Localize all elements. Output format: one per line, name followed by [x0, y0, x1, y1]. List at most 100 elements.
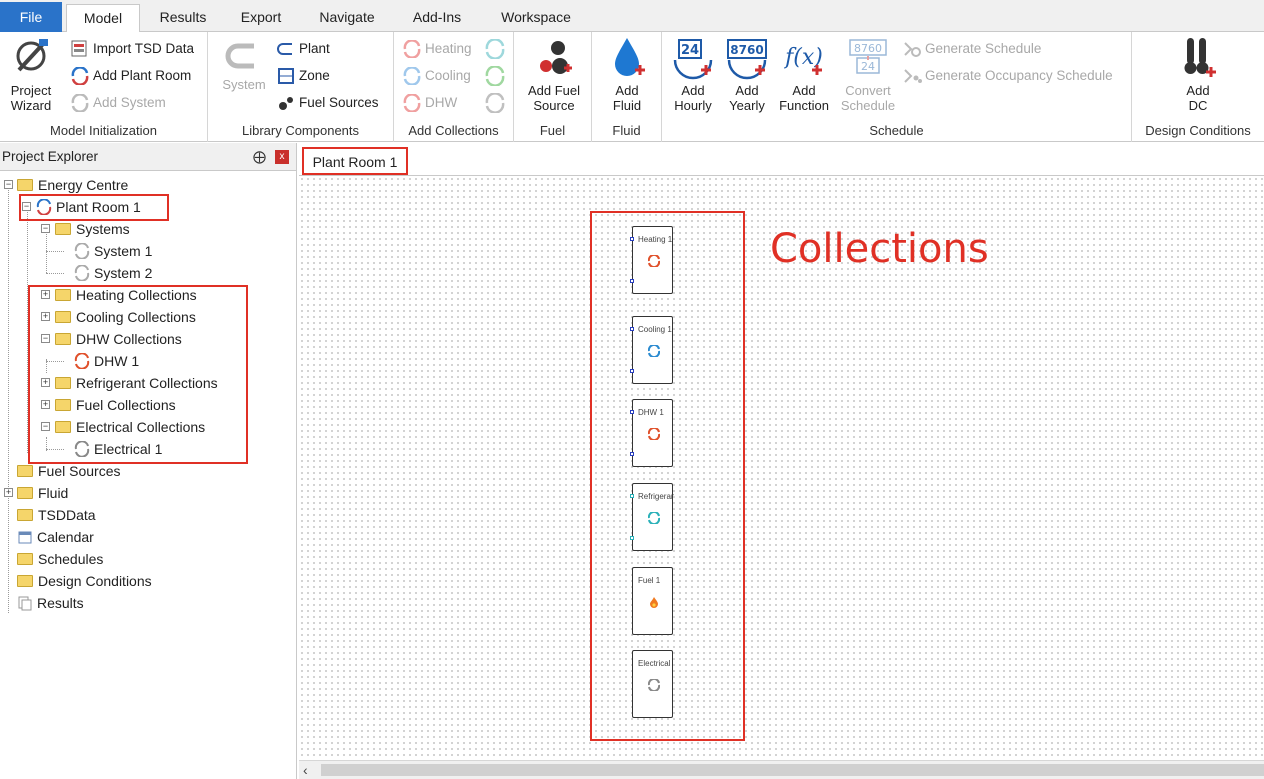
group-label-model-initialization: Model Initialization: [50, 123, 157, 138]
add-fluid-label: Add Fluid: [612, 83, 642, 113]
add-dc-label: Add DC: [1186, 83, 1210, 113]
system-library-button[interactable]: System: [218, 36, 270, 92]
tree-node-calendar[interactable]: Calendar: [17, 526, 94, 548]
cooling-collection-icon: [403, 67, 421, 86]
add-plant-room-button[interactable]: Add Plant Room: [70, 65, 191, 87]
group-label-fuel: Fuel: [539, 123, 566, 138]
tab-file[interactable]: File: [0, 2, 62, 32]
tree-node-results[interactable]: Results: [17, 592, 84, 614]
add-system-button[interactable]: Add System: [70, 92, 166, 114]
tab-add-ins[interactable]: Add-Ins: [398, 4, 476, 32]
add-system-label: Add System: [93, 95, 166, 110]
generate-schedule-button[interactable]: Generate Schedule: [902, 38, 1041, 60]
highlight-plant-room: [19, 194, 169, 221]
add-function-label: Add Function: [779, 83, 829, 113]
ribbon-tab-bar: File Model Results Export Navigate Add-I…: [0, 0, 1264, 33]
calendar-icon: [18, 531, 32, 544]
thermometer-icon: [1184, 38, 1216, 77]
horizontal-scrollbar[interactable]: ‹: [299, 760, 1264, 779]
tree-line: [46, 251, 64, 252]
add-cooling-collection-button[interactable]: Cooling: [402, 65, 471, 87]
tree-node-tsddata[interactable]: TSDData: [17, 504, 96, 526]
zone-button[interactable]: Zone: [276, 65, 330, 87]
add-hourly-label: Add Hourly: [674, 83, 712, 113]
convert-schedule-button[interactable]: 8760 24 Convert Schedule: [838, 36, 898, 113]
import-tsd-button[interactable]: Import TSD Data: [70, 38, 194, 60]
tree-line: [46, 227, 47, 273]
heating-collection-icon: [403, 40, 421, 59]
hourly-schedule-icon: 24: [673, 39, 713, 80]
tree-node-design-conditions[interactable]: Design Conditions: [17, 570, 152, 592]
expand-toggle[interactable]: +: [4, 488, 13, 497]
add-fuel-source-button[interactable]: Add Fuel Source: [522, 36, 586, 113]
fuel-sources-library-button[interactable]: Fuel Sources: [276, 92, 379, 114]
add-dhw-collection-button[interactable]: DHW: [402, 92, 457, 114]
pipe-icon: [225, 43, 254, 69]
wand-icon: [16, 39, 48, 72]
project-explorer-title: Project Explorer: [2, 149, 99, 164]
tree-line: [8, 183, 9, 613]
plant-room-icon: [71, 67, 89, 86]
droplet-icon: [615, 38, 645, 76]
group-model-initialization: Project Wizard Import TSD Data Add Plant…: [0, 32, 208, 142]
document-tab-plant-room-1[interactable]: Plant Room 1: [302, 147, 408, 175]
group-design-conditions: Add DC Design Conditions: [1132, 32, 1264, 142]
tab-model[interactable]: Model: [66, 4, 140, 33]
add-fluid-button[interactable]: Add Fluid: [600, 36, 654, 113]
tab-navigate[interactable]: Navigate: [304, 4, 390, 32]
plant-icon: [277, 43, 292, 56]
close-panel-button[interactable]: x: [275, 150, 289, 164]
add-dc-button[interactable]: Add DC: [1168, 36, 1228, 113]
highlight-collections-tree: [28, 285, 248, 464]
zone-label: Zone: [299, 68, 330, 83]
folder-icon: [17, 575, 33, 588]
add-fuel-source-label: Add Fuel Source: [527, 83, 581, 113]
pin-icon[interactable]: ⨁: [253, 143, 266, 171]
refrigerant-collection-icon[interactable]: [484, 39, 506, 59]
tree-node-fluid[interactable]: Fluid: [17, 482, 68, 504]
tree-node-system-1[interactable]: System 1: [74, 240, 152, 262]
add-hourly-button[interactable]: 24 Add Hourly: [668, 36, 718, 113]
tree-node-systems[interactable]: Systems: [55, 218, 130, 240]
electrical-collection-icon[interactable]: [484, 93, 506, 113]
svg-text:8760: 8760: [730, 43, 763, 57]
generate-occupancy-schedule-button[interactable]: Generate Occupancy Schedule: [902, 65, 1113, 87]
project-explorer-panel: Project Explorer ⨁ x − − − + + − + + − +…: [0, 143, 297, 779]
plant-button[interactable]: Plant: [276, 38, 330, 60]
fuel-collection-icon[interactable]: [484, 66, 506, 86]
add-function-button[interactable]: f(x) Add Function: [774, 36, 834, 113]
project-explorer-header: Project Explorer ⨁ x: [0, 143, 296, 171]
tree-node-energy-centre[interactable]: Energy Centre: [17, 174, 128, 196]
folder-icon: [17, 553, 33, 566]
folder-icon: [17, 465, 33, 478]
collapse-toggle[interactable]: −: [4, 180, 13, 189]
add-heating-collection-button[interactable]: Heating: [402, 38, 472, 60]
group-schedule: 24 Add Hourly 8760 Add Yearly f(x) Add F…: [662, 32, 1132, 142]
group-label-add-collections: Add Collections: [408, 123, 499, 138]
tab-results[interactable]: Results: [146, 4, 220, 32]
tree-line: [46, 273, 64, 274]
svg-text:24: 24: [681, 43, 699, 58]
project-wizard-button[interactable]: Project Wizard: [4, 36, 58, 113]
tab-workspace[interactable]: Workspace: [486, 4, 586, 32]
tab-export[interactable]: Export: [226, 4, 296, 32]
add-yearly-button[interactable]: 8760 Add Yearly: [722, 36, 772, 113]
generate-occupancy-icon: [904, 69, 922, 84]
import-tsd-icon: [71, 40, 87, 57]
tree-node-system-2[interactable]: System 2: [74, 262, 152, 284]
add-yearly-label: Add Yearly: [729, 83, 765, 113]
tree-node-schedules[interactable]: Schedules: [17, 548, 103, 570]
chevron-left-icon[interactable]: ‹: [303, 761, 308, 779]
group-add-collections: Heating Cooling DHW Add Collections: [394, 32, 514, 142]
folder-icon: [17, 179, 33, 192]
fuel-source-icon: [540, 41, 572, 74]
generate-occupancy-label: Generate Occupancy Schedule: [925, 68, 1113, 83]
dhw-collection-icon: [403, 94, 421, 113]
svg-text:24: 24: [861, 60, 875, 73]
group-label-design-conditions: Design Conditions: [1145, 123, 1251, 138]
generate-schedule-icon: [904, 42, 921, 58]
collapse-toggle[interactable]: −: [41, 224, 50, 233]
import-tsd-label: Import TSD Data: [93, 41, 195, 56]
project-wizard-label: Project Wizard: [10, 83, 52, 113]
scrollbar-thumb[interactable]: [321, 764, 1264, 776]
